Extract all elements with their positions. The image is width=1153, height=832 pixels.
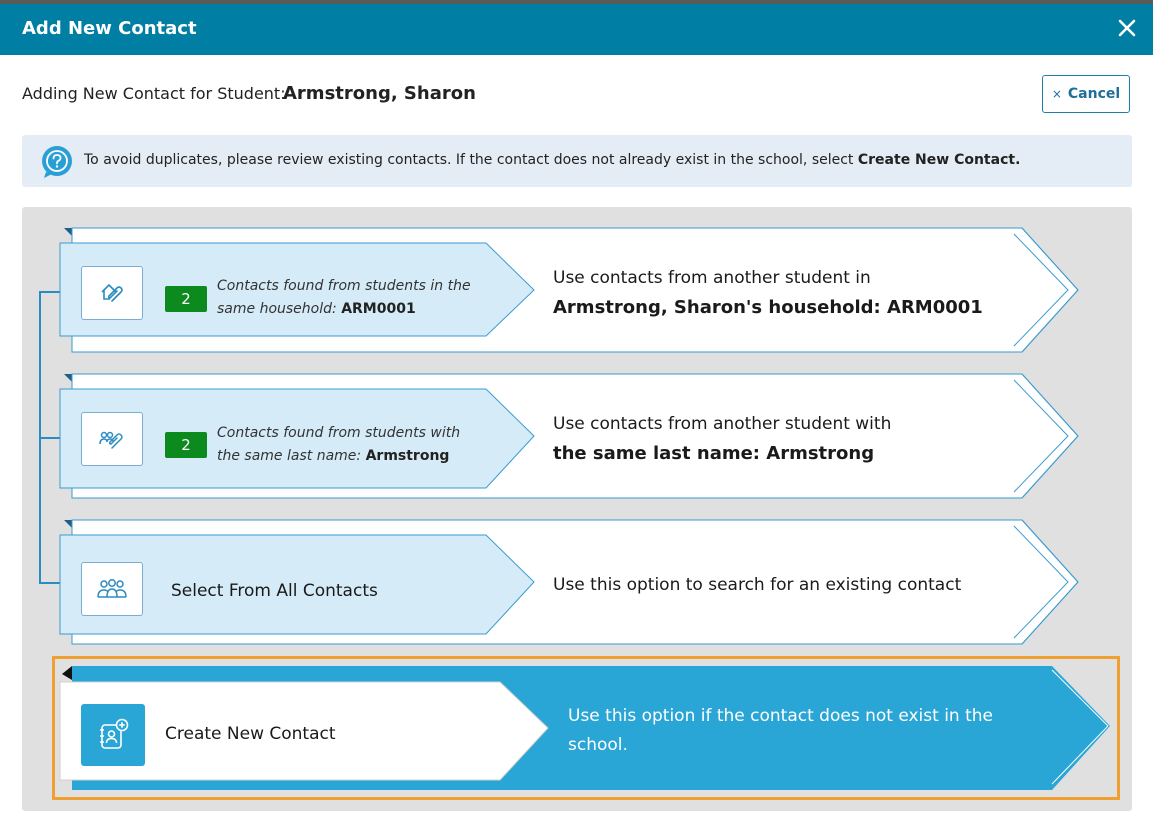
- count-badge: 2: [165, 432, 207, 458]
- cancel-button[interactable]: × Cancel: [1042, 75, 1130, 113]
- option-description: Contacts found from students with the sa…: [217, 425, 461, 464]
- selection-highlight: [52, 656, 1120, 800]
- close-small-icon: ×: [1051, 87, 1062, 101]
- close-icon[interactable]: [1115, 16, 1139, 40]
- cancel-label: Cancel: [1067, 86, 1121, 102]
- modal-header: Add New Contact: [0, 4, 1153, 55]
- option-same-last-name[interactable]: 2 Contacts found from students with the …: [59, 373, 1090, 500]
- count-badge: 2: [165, 286, 207, 312]
- option-detail: Use contacts from another student with t…: [553, 414, 892, 464]
- student-label: Adding New Contact for Student:: [22, 84, 286, 103]
- help-icon: [42, 146, 72, 178]
- info-text: To avoid duplicates, please review exist…: [84, 152, 1021, 168]
- option-select-all-contacts[interactable]: Select From All Contacts Use this option…: [59, 519, 1090, 646]
- option-detail: Use this option to search for an existin…: [553, 575, 962, 595]
- info-banner: To avoid duplicates, please review exist…: [22, 135, 1132, 187]
- option-household-contacts[interactable]: 2 Contacts found from students in the sa…: [59, 227, 1090, 354]
- household-link-icon: [81, 266, 143, 320]
- add-contact-modal: Add New Contact Adding New Contact for S…: [0, 4, 1153, 832]
- option-label: Select From All Contacts: [171, 581, 378, 601]
- option-description: Contacts found from students in the same…: [217, 278, 471, 317]
- people-link-icon: [81, 412, 143, 466]
- modal-title: Add New Contact: [22, 18, 197, 39]
- group-icon: [81, 562, 143, 616]
- option-detail: Use contacts from another student in Arm…: [553, 268, 983, 318]
- student-name: Armstrong, Sharon: [283, 83, 476, 104]
